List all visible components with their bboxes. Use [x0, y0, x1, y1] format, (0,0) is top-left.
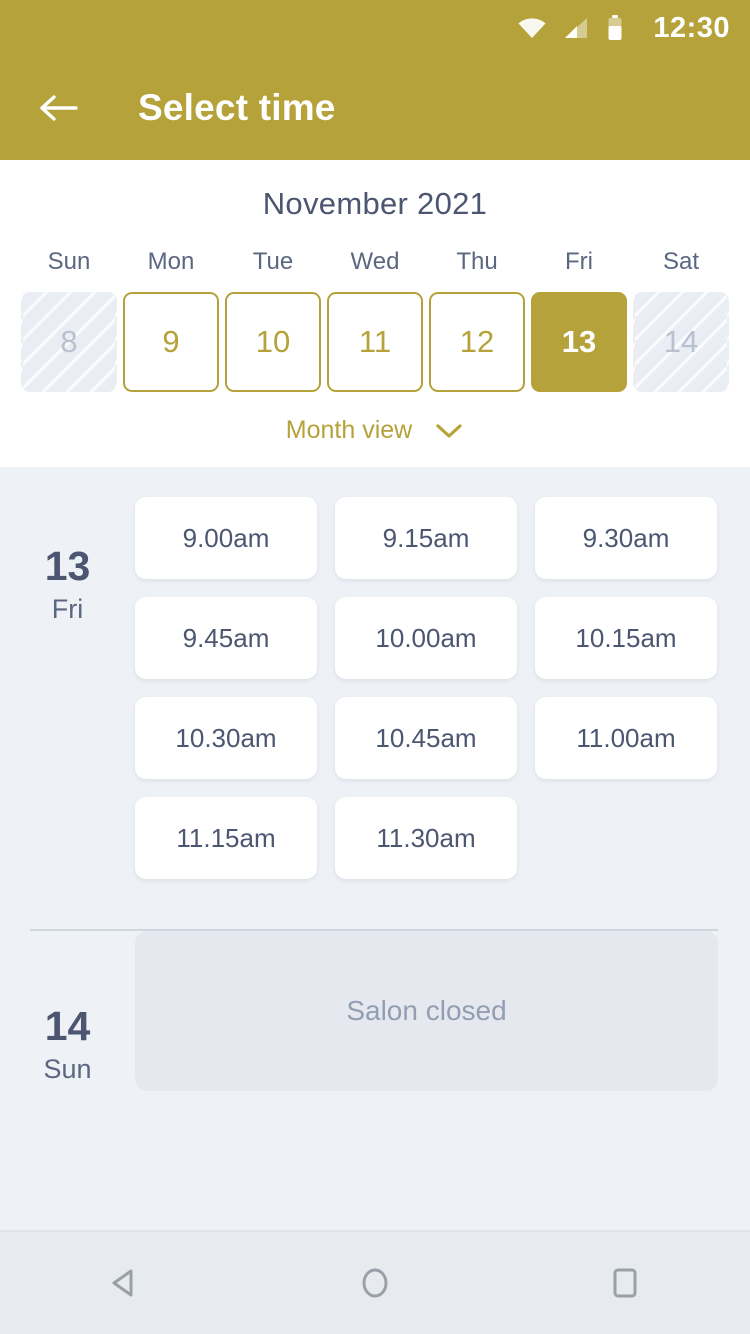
- day-cell-slot: 14: [630, 292, 732, 392]
- day-gutter: 13 Fri: [0, 497, 135, 625]
- time-slot[interactable]: 11.00am: [535, 697, 717, 779]
- time-slot[interactable]: 10.00am: [335, 597, 517, 679]
- phone-screen: 12:30 Select time November 2021 Sun Mon …: [0, 0, 750, 1334]
- gutter-day-of-week: Fri: [51, 594, 84, 625]
- time-slot-grid: 9.00am 9.15am 9.30am 9.45am 10.00am 10.1…: [135, 497, 718, 879]
- calendar-day-10[interactable]: 10: [225, 292, 321, 392]
- calendar-day-14: 14: [633, 292, 729, 392]
- time-slot[interactable]: 11.15am: [135, 797, 317, 879]
- calendar-day-12[interactable]: 12: [429, 292, 525, 392]
- triangle-back-icon: [112, 1269, 133, 1297]
- square-recents-icon: [613, 1268, 637, 1298]
- signal-icon: [565, 18, 588, 38]
- gutter-day-of-week: Sun: [43, 1054, 92, 1085]
- gutter-day-number: 14: [44, 1003, 91, 1049]
- weekday-label: Tue: [252, 248, 294, 275]
- month-view-label: Month view: [285, 416, 413, 444]
- day-cell-slot: 8: [18, 292, 120, 392]
- weekday-header-row: Sun Mon Tue Wed Thu Fri Sat: [0, 248, 750, 292]
- time-slot[interactable]: 10.45am: [335, 697, 517, 779]
- calendar-day-9[interactable]: 9: [123, 292, 219, 392]
- calendar-day-8: 8: [21, 292, 117, 392]
- android-nav-bar: [0, 1230, 750, 1334]
- day-cell-slot: 11: [324, 292, 426, 392]
- battery-icon: [608, 15, 622, 40]
- app-bar: Select time: [0, 56, 750, 160]
- month-view-toggle[interactable]: Month view: [0, 392, 750, 445]
- time-slot[interactable]: 9.00am: [135, 497, 317, 579]
- status-bar: 12:30: [0, 0, 750, 56]
- weekday-label: Mon: [147, 248, 195, 275]
- weekday-label: Sat: [662, 248, 700, 275]
- calendar-panel: November 2021 Sun Mon Tue Wed Thu Fri Sa…: [0, 160, 750, 467]
- calendar-day-row: 8 9 10 11 12 13 14: [0, 292, 750, 392]
- time-slot[interactable]: 9.30am: [535, 497, 717, 579]
- day-cell-slot: 9: [120, 292, 222, 392]
- calendar-month-label: November 2021: [262, 186, 488, 221]
- circle-home-icon: [362, 1268, 388, 1298]
- schedule-day-13: 13 Fri 9.00am 9.15am 9.30am 9.45am 10.00…: [0, 497, 750, 879]
- arrow-left-icon: [40, 95, 78, 121]
- back-button[interactable]: [30, 80, 86, 136]
- schedule-day-14: 14 Sun Salon closed: [0, 931, 750, 1091]
- calendar-day-13-selected[interactable]: 13: [531, 292, 627, 392]
- weekday-label: Fri: [565, 248, 593, 275]
- status-clock: 12:30: [653, 11, 730, 44]
- time-slot[interactable]: 10.15am: [535, 597, 717, 679]
- wifi-icon: [518, 18, 546, 38]
- schedule-content: 13 Fri 9.00am 9.15am 9.30am 9.45am 10.00…: [0, 467, 750, 1230]
- day-gutter: 14 Sun: [0, 931, 135, 1085]
- day-cell-slot: 10: [222, 292, 324, 392]
- chevron-down-icon: [436, 423, 462, 438]
- gutter-day-number: 13: [44, 543, 91, 589]
- page-title: Select time: [138, 87, 336, 128]
- time-slot[interactable]: 9.45am: [135, 597, 317, 679]
- nav-home-button[interactable]: [320, 1248, 430, 1318]
- day-cell-slot: 12: [426, 292, 528, 392]
- time-slot[interactable]: 9.15am: [335, 497, 517, 579]
- time-slot[interactable]: 10.30am: [135, 697, 317, 779]
- status-icon-group: 12:30: [517, 12, 730, 45]
- calendar-day-11[interactable]: 11: [327, 292, 423, 392]
- nav-back-button[interactable]: [70, 1248, 180, 1318]
- weekday-label: Wed: [350, 248, 400, 275]
- weekday-label: Thu: [456, 248, 498, 275]
- nav-recents-button[interactable]: [570, 1248, 680, 1318]
- time-slot[interactable]: 11.30am: [335, 797, 517, 879]
- day-cell-slot: 13: [528, 292, 630, 392]
- weekday-label: Sun: [47, 248, 91, 275]
- salon-closed-panel: Salon closed: [135, 931, 718, 1091]
